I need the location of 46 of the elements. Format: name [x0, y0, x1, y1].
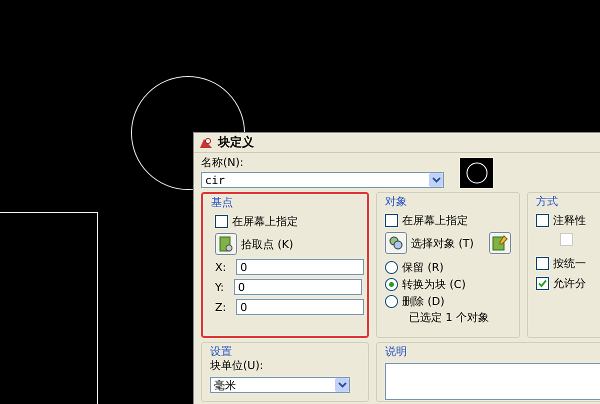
- checkbox[interactable]: [215, 215, 228, 228]
- button-label: 选择对象 (T): [411, 236, 474, 250]
- quick-select-button[interactable]: [489, 232, 511, 254]
- radio-label: 保留 (R): [402, 260, 444, 275]
- description-field[interactable]: [385, 363, 600, 400]
- group-title: 说明: [385, 344, 408, 359]
- selection-status: 已选定 1 个对象: [409, 310, 489, 325]
- group-title: 对象: [385, 194, 408, 209]
- radio-label: 删除 (D): [402, 294, 445, 309]
- radio-button[interactable]: [385, 278, 398, 291]
- name-combo[interactable]: cir: [201, 172, 444, 188]
- unit-combo[interactable]: 毫米: [210, 377, 350, 393]
- checkbox-label: 按统一: [553, 256, 586, 271]
- coord-field[interactable]: 0: [236, 259, 364, 275]
- window-title: 块定义: [218, 134, 254, 151]
- coord-label: Z:: [215, 300, 226, 314]
- radio-button[interactable]: [385, 261, 398, 274]
- select-objects-button[interactable]: [385, 232, 407, 254]
- group-title: 基点: [211, 195, 234, 210]
- app-icon: [199, 136, 213, 148]
- unit-label: 块单位(U):: [210, 358, 264, 373]
- select-objects-icon: [388, 235, 404, 251]
- quick-select-icon: [492, 235, 508, 251]
- checkbox-label: 在屏幕上指定: [402, 213, 468, 228]
- checkbox[interactable]: [536, 257, 549, 270]
- checkbox-label: 注释性: [553, 213, 586, 228]
- coord-label: Y:: [215, 280, 224, 294]
- pick-point-icon: [219, 236, 233, 252]
- caret-icon: [432, 177, 440, 183]
- checkbox[interactable]: [385, 214, 398, 227]
- pick-point-button[interactable]: [215, 233, 237, 255]
- name-label: 名称(N):: [201, 155, 245, 170]
- button-label: 拾取点 (K): [241, 236, 294, 252]
- caret-icon: [338, 382, 346, 388]
- circle-preview-icon: [464, 161, 488, 185]
- checkbox[interactable]: [536, 277, 549, 290]
- group-title: 设置: [210, 344, 233, 359]
- radio-label: 转换为块 (C): [402, 277, 466, 292]
- group-title: 方式: [536, 194, 559, 209]
- checkbox-label: 在屏幕上指定: [232, 214, 298, 229]
- checkbox-label: 允许分: [553, 276, 586, 291]
- coord-field[interactable]: 0: [234, 279, 362, 295]
- checkbox[interactable]: [536, 214, 549, 227]
- coord-label: X:: [215, 260, 226, 274]
- radio-button[interactable]: [385, 295, 398, 308]
- coord-field[interactable]: 0: [236, 299, 364, 315]
